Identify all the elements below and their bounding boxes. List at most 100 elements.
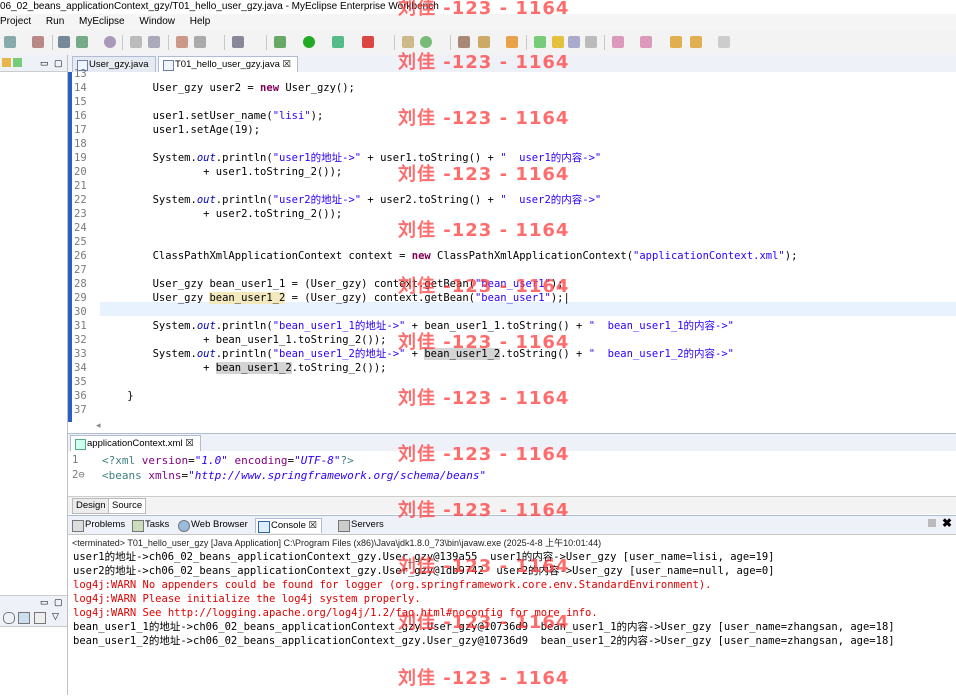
code-line[interactable]: user1.setUser_name("lisi"); [102, 109, 324, 123]
line-number: 31 [74, 320, 87, 332]
tab-label: Servers [351, 519, 384, 530]
tab-application-context-xml[interactable]: applicationContext.xml ☒ [70, 435, 201, 451]
external-tools-icon[interactable] [362, 36, 374, 48]
view-menu-icon[interactable]: ▽ [52, 611, 59, 622]
forward-icon[interactable] [718, 36, 730, 48]
watermark-text: 刘佳 -123 - 1164 [398, 612, 570, 633]
coverage-icon[interactable] [332, 36, 344, 48]
console-icon [258, 521, 270, 533]
back-icon[interactable] [690, 36, 702, 48]
watermark-text: 刘佳 -123 - 1164 [398, 108, 570, 129]
toolbar-icon[interactable] [32, 36, 44, 48]
search-icon[interactable] [3, 612, 15, 624]
line-number: 1 [72, 454, 79, 466]
minimize-icon[interactable]: ▭ [40, 597, 49, 608]
line-number: 25 [74, 236, 87, 248]
line-number: 32 [74, 334, 87, 346]
code-line[interactable]: System.out.println("user2的地址->" + user2.… [102, 193, 602, 207]
back-icon[interactable] [670, 36, 682, 48]
toolbar-separator [224, 35, 225, 50]
code-line[interactable]: } [102, 389, 133, 403]
menu-project[interactable]: Project [0, 16, 31, 27]
maximize-icon[interactable]: ▢ [54, 55, 63, 71]
toolbar-icon[interactable] [585, 36, 597, 48]
menu-help[interactable]: Help [190, 16, 211, 27]
line-number: 14 [74, 82, 87, 94]
watermark-text: 刘佳 -123 - 1164 [398, 332, 570, 353]
menu-window[interactable]: Window [139, 16, 175, 27]
tab-design[interactable]: Design [72, 498, 110, 514]
xml-code-line[interactable]: <beans xmlns="http://www.springframework… [102, 468, 486, 483]
tab-label: T01_hello_user_gzy.java ☒ [175, 59, 292, 70]
code-line[interactable]: + user1.toString_2()); [102, 165, 342, 179]
terminate-icon[interactable] [928, 519, 936, 527]
toolbar-icon[interactable] [176, 36, 188, 48]
globe-icon [178, 520, 190, 532]
toolbar-icon[interactable] [534, 36, 546, 48]
toolbar-icon[interactable] [58, 36, 70, 48]
sync-icon[interactable] [13, 58, 22, 67]
menu-run[interactable]: Run [46, 16, 64, 27]
code-line[interactable]: + bean_user1_2.toString_2()); [102, 361, 386, 375]
watermark-text: 刘佳 -123 - 1164 [398, 444, 570, 465]
tab-console[interactable]: Console ☒ [255, 518, 323, 533]
toolbar-separator [394, 35, 395, 50]
watermark-text: 刘佳 -123 - 1164 [398, 220, 570, 241]
minimize-icon[interactable]: ▭ [40, 55, 49, 71]
tab-t01-hello-user-gzy-java[interactable]: T01_hello_user_gzy.java ☒ [158, 56, 299, 72]
remove-launch-icon[interactable]: ✖ [942, 516, 952, 530]
line-number: 34 [74, 362, 87, 374]
tab-label: User_gzy.java [89, 59, 149, 70]
console-output-line: bean_user1_2的地址->ch06_02_beans_applicati… [73, 635, 895, 647]
problems-icon [72, 520, 84, 532]
toolbar-icon[interactable] [612, 36, 624, 48]
maximize-icon[interactable]: ▢ [54, 597, 63, 608]
tab-label: Problems [85, 519, 126, 530]
menu-myeclipse[interactable]: MyEclipse [79, 16, 125, 27]
toolbar-icon[interactable] [130, 36, 142, 48]
toolbar-icon[interactable] [640, 36, 652, 48]
code-line[interactable]: ClassPathXmlApplicationContext context =… [102, 249, 798, 263]
code-line[interactable]: + user2.toString_2()); [102, 207, 342, 221]
tab-label: Web Browser [191, 519, 248, 530]
line-number: 13 [74, 68, 87, 80]
tab-servers[interactable]: Servers [336, 518, 388, 532]
annotation-ruler [68, 72, 72, 422]
view-icon[interactable] [2, 58, 11, 67]
tab-web-browser[interactable]: Web Browser [176, 518, 252, 532]
toolbar-icon[interactable] [34, 612, 46, 624]
xml-code-line[interactable]: <?xml version="1.0" encoding="UTF-8"?> [102, 453, 354, 468]
toolbar-icon[interactable] [506, 36, 518, 48]
tab-problems[interactable]: Problems [70, 518, 129, 532]
code-line[interactable]: user1.setAge(19); [102, 123, 260, 137]
line-number: 21 [74, 180, 87, 192]
toolbar-icon[interactable] [194, 36, 206, 48]
tab-tasks[interactable]: Tasks [130, 518, 173, 532]
line-number: 19 [74, 152, 87, 164]
toolbar-icon[interactable] [552, 36, 564, 48]
watermark-text: 刘佳 -123 - 1164 [398, 0, 570, 19]
toolbar-separator [168, 35, 169, 50]
line-number: 29 [74, 292, 87, 304]
toolbar-icon[interactable] [232, 36, 244, 48]
toolbar-icon[interactable] [18, 612, 30, 624]
toolbar-icon[interactable] [76, 36, 88, 48]
toolbar-icon[interactable] [458, 36, 470, 48]
horizontal-scrollbar[interactable]: ◂ [96, 420, 956, 432]
line-number: 17 [74, 124, 87, 136]
toolbar-icon[interactable] [402, 36, 414, 48]
watermark-text: 刘佳 -123 - 1164 [398, 668, 570, 689]
code-line[interactable]: User_gzy user2 = new User_gzy(); [102, 81, 355, 95]
run-icon[interactable] [303, 36, 315, 48]
watermark-text: 刘佳 -123 - 1164 [398, 276, 570, 297]
code-line[interactable]: + bean_user1_1.toString_2()); [102, 333, 386, 347]
toolbar-icon[interactable] [420, 36, 432, 48]
tab-source[interactable]: Source [108, 498, 147, 514]
toolbar-icon[interactable] [568, 36, 580, 48]
toolbar-icon[interactable] [4, 36, 16, 48]
toolbar-icon[interactable] [478, 36, 490, 48]
toolbar-icon[interactable] [104, 36, 116, 48]
package-explorer-pane: ▭ ▢ ▭ ▢ ▽ [0, 55, 68, 695]
debug-icon[interactable] [274, 36, 286, 48]
toolbar-icon[interactable] [148, 36, 160, 48]
